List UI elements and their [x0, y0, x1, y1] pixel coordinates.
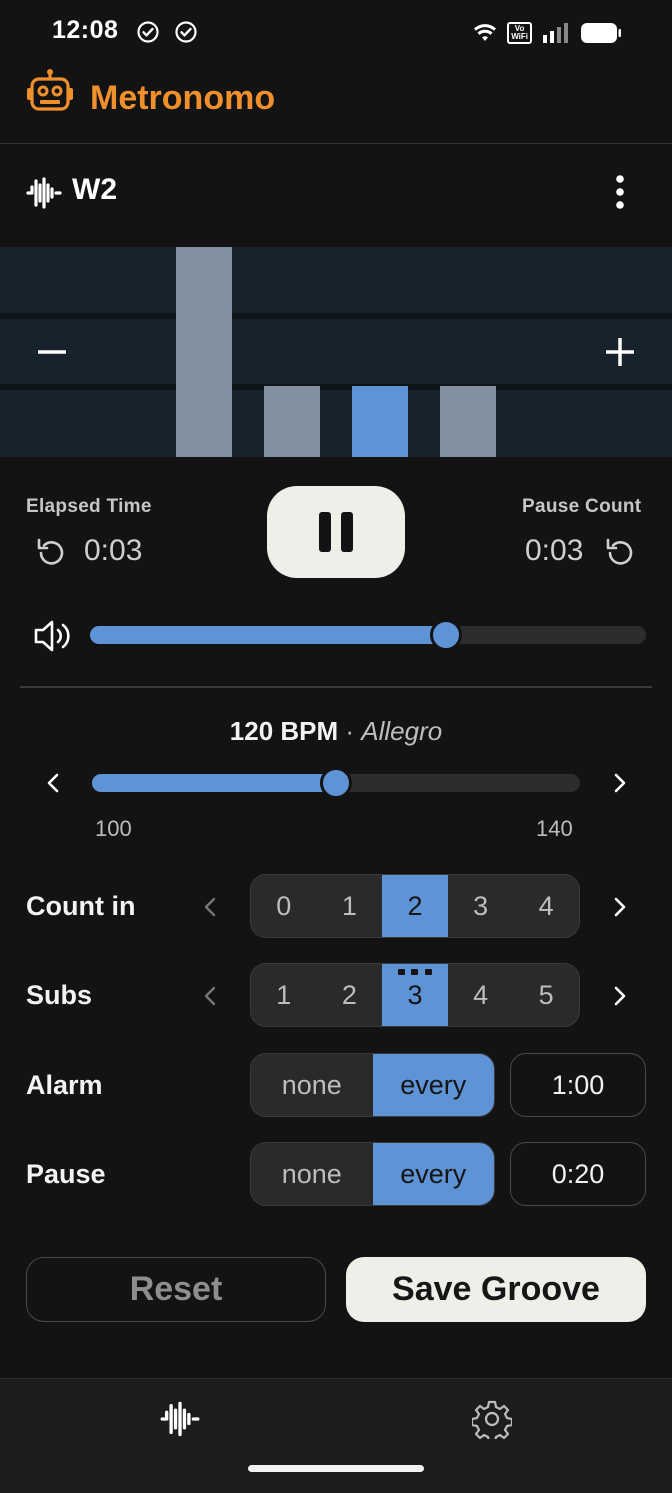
volume-icon — [34, 620, 70, 652]
subs-option-label: 3 — [407, 979, 423, 1010]
volume-slider[interactable] — [90, 619, 646, 651]
beat-bar[interactable] — [176, 247, 232, 457]
beat-band-divider — [0, 384, 672, 390]
signal-icon — [543, 23, 568, 43]
status-time: 12:08 — [52, 16, 119, 44]
subdivision-dots-icon — [397, 969, 432, 975]
subs-next-chevron-icon[interactable] — [605, 982, 633, 1010]
status-bar: 12:08 Vo WiFi — [0, 0, 672, 62]
tempo-min-label: 100 — [95, 816, 132, 841]
pause-count-value: 0:03 — [525, 534, 584, 567]
reset-elapsed-icon[interactable] — [35, 536, 67, 568]
app-title: Metronomo — [90, 79, 276, 117]
home-indicator[interactable] — [248, 1465, 424, 1472]
subs-option[interactable]: 3 — [382, 964, 448, 1026]
tempo-max-label: 140 — [536, 816, 573, 841]
app-bar: Metronomo — [0, 62, 672, 144]
battery-icon — [581, 23, 621, 43]
pause-option[interactable]: none — [251, 1143, 373, 1205]
tempo-increase-chevron-icon[interactable] — [605, 769, 633, 797]
add-beat-button[interactable] — [596, 328, 644, 376]
vowifi-badge: Vo WiFi — [507, 22, 532, 44]
tempo-slider[interactable] — [92, 767, 580, 799]
pause-button[interactable] — [267, 486, 405, 578]
count-in-prev-chevron-icon[interactable] — [197, 893, 225, 921]
reset-button[interactable]: Reset — [26, 1257, 326, 1322]
subs-option-label: 2 — [341, 979, 357, 1010]
pause-icon — [319, 512, 353, 552]
alarm-label: Alarm — [26, 1070, 103, 1100]
count-in-selector[interactable]: 0 1 2 3 4 — [250, 874, 580, 938]
divider — [20, 686, 652, 688]
pause-option-label: every — [400, 1158, 467, 1189]
subs-prev-chevron-icon[interactable] — [197, 982, 225, 1010]
more-vert-icon[interactable] — [606, 172, 634, 212]
pause-option[interactable]: every — [372, 1143, 494, 1205]
bpm-value: 120 BPM — [229, 716, 339, 746]
groove-title: W2 — [72, 173, 117, 206]
tempo-marking: Allegro — [361, 716, 443, 746]
robot-icon — [27, 69, 73, 111]
save-groove-button[interactable]: Save Groove — [346, 1257, 646, 1322]
count-in-option-label: 0 — [276, 890, 292, 921]
count-in-option-label: 4 — [538, 890, 554, 921]
subs-option[interactable]: 1 — [251, 964, 317, 1026]
count-in-next-chevron-icon[interactable] — [605, 893, 633, 921]
wave-icon — [26, 177, 62, 209]
pause-interval-field[interactable]: 0:20 — [510, 1142, 646, 1206]
count-in-option-label: 3 — [473, 890, 489, 921]
tempo-separator: · — [338, 716, 362, 746]
check-circle-icon — [137, 21, 159, 43]
volume-thumb[interactable] — [429, 619, 462, 651]
nav-groove-wave-icon[interactable] — [160, 1399, 200, 1439]
subs-option[interactable]: 4 — [448, 964, 514, 1026]
elapsed-time-value: 0:03 — [84, 534, 143, 567]
check-circle-icon — [175, 21, 197, 43]
status-icons: Vo WiFi — [473, 18, 622, 48]
alarm-option-label: every — [400, 1069, 467, 1100]
subs-selector[interactable]: 1 2 3 4 5 — [250, 963, 580, 1027]
subs-label: Subs — [26, 980, 93, 1010]
tempo-readout: 120 BPM · Allegro — [0, 716, 672, 747]
pause-label: Pause — [26, 1159, 106, 1189]
alarm-selector[interactable]: none every — [250, 1053, 495, 1117]
tempo-fill — [92, 774, 336, 792]
subs-option[interactable]: 5 — [513, 964, 579, 1026]
alarm-option[interactable]: every — [372, 1054, 494, 1116]
subs-option-label: 5 — [538, 979, 554, 1010]
subs-option[interactable]: 2 — [317, 964, 383, 1026]
elapsed-time-label: Elapsed Time — [26, 496, 152, 517]
alarm-option[interactable]: none — [251, 1054, 373, 1116]
beat-visualizer[interactable] — [0, 247, 672, 457]
volume-fill — [90, 626, 446, 644]
alarm-interval-field[interactable]: 1:00 — [510, 1053, 646, 1117]
count-in-option[interactable]: 3 — [448, 875, 514, 937]
pause-selector[interactable]: none every — [250, 1142, 495, 1206]
beat-bar[interactable] — [264, 386, 320, 457]
count-in-option[interactable]: 0 — [251, 875, 317, 937]
beat-band-divider — [0, 313, 672, 319]
subs-option-label: 4 — [473, 979, 489, 1010]
alarm-option-label: none — [281, 1069, 342, 1100]
pause-count-label: Pause Count — [522, 496, 642, 517]
beat-bar[interactable] — [440, 386, 496, 457]
subs-option-label: 1 — [276, 979, 292, 1010]
count-in-option[interactable]: 1 — [317, 875, 383, 937]
remove-beat-button[interactable] — [28, 332, 76, 372]
count-in-option-label: 1 — [341, 890, 357, 921]
count-in-option[interactable]: 4 — [513, 875, 579, 937]
count-in-label: Count in — [26, 891, 136, 921]
nav-settings-gear-icon[interactable] — [472, 1399, 512, 1439]
tempo-decrease-chevron-icon[interactable] — [40, 769, 68, 797]
pause-option-label: none — [281, 1158, 342, 1189]
wifi-icon — [474, 24, 497, 41]
count-in-option-label: 2 — [407, 890, 423, 921]
reset-pause-icon[interactable] — [604, 536, 636, 568]
tempo-thumb[interactable] — [320, 767, 352, 799]
vowifi-bottom: WiFi — [511, 32, 528, 41]
beat-bar[interactable] — [352, 386, 408, 457]
bottom-navigation — [0, 1378, 672, 1493]
count-in-option[interactable]: 2 — [382, 875, 448, 937]
